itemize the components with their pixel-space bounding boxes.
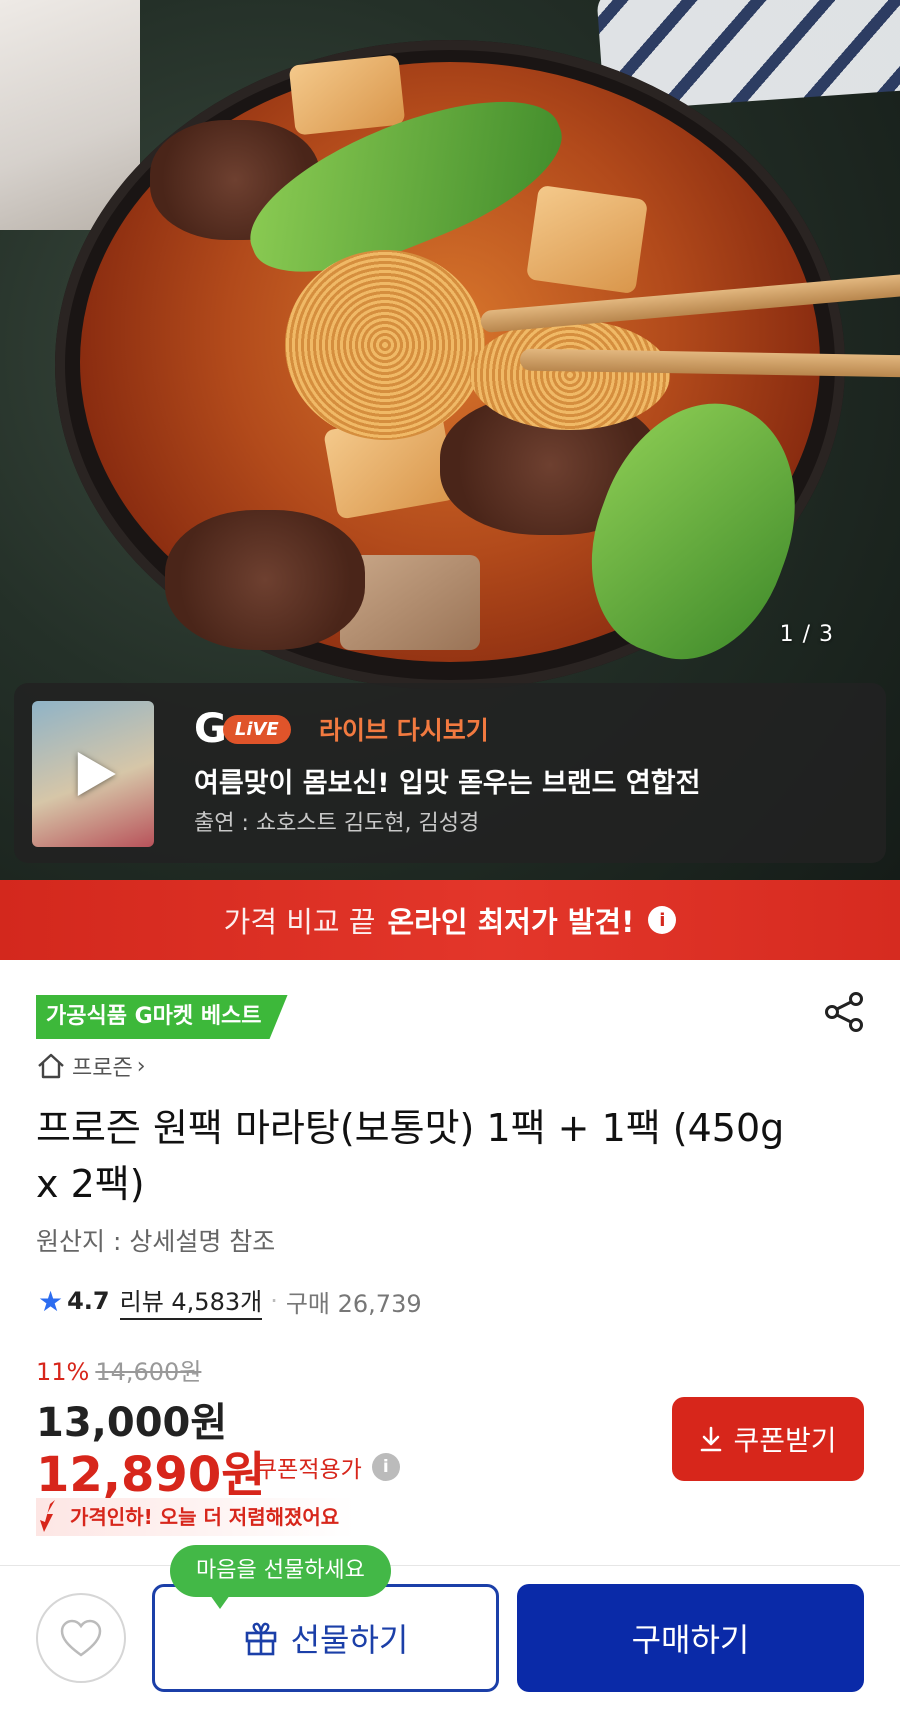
- breadcrumb[interactable]: 프로즌 ›: [36, 1050, 146, 1082]
- price-drop-note: 가격인하! 오늘 더 저렴해졌어요: [36, 1498, 356, 1536]
- purchase-count: 구매 26,739: [285, 1289, 422, 1318]
- download-icon: [701, 1426, 722, 1452]
- tofu-piece: [288, 54, 406, 136]
- rating-value: 4.7: [67, 1287, 110, 1315]
- info-icon[interactable]: i: [371, 1453, 400, 1481]
- g-live-logo: G LiVE: [194, 709, 291, 749]
- g-logo-letter: G: [194, 706, 227, 752]
- info-icon[interactable]: i: [648, 906, 677, 934]
- review-link[interactable]: 리뷰 4,583개: [119, 1282, 263, 1320]
- gift-button-label: 선물하기: [290, 1621, 409, 1659]
- heart-icon: [60, 1619, 102, 1657]
- noodle-bundle: [285, 250, 485, 440]
- original-price: 14,600원: [95, 1358, 202, 1386]
- product-origin: 원산지 : 상세설명 참조: [36, 1227, 276, 1256]
- beef-slice: [165, 510, 365, 650]
- image-counter: 1 / 3: [779, 622, 834, 647]
- coupon-button-label: 쿠폰받기: [733, 1424, 837, 1457]
- lowest-price-banner[interactable]: 가격 비교 끝 온라인 최저가 발견! i: [0, 880, 900, 960]
- separator-dot: ·: [270, 1287, 278, 1315]
- banner-bold-text: 온라인 최저가 발견!: [387, 905, 635, 939]
- price-drop-text: 가격인하! 오늘 더 저렴해졌어요: [70, 1505, 340, 1529]
- coupon-price: 12,890원: [36, 1447, 266, 1503]
- tofu-piece: [525, 184, 649, 295]
- noodle-bundle: [470, 320, 670, 430]
- best-badge[interactable]: 가공식품 G마켓 베스트: [36, 995, 288, 1039]
- live-title: 여름맞이 몸보신! 입맛 돋우는 브랜드 연합전: [194, 768, 701, 799]
- buy-button[interactable]: 구매하기: [517, 1584, 864, 1692]
- bottom-action-bar: 선물하기 구매하기: [0, 1565, 900, 1709]
- live-thumbnail[interactable]: [32, 701, 154, 847]
- breadcrumb-category[interactable]: 프로즌: [72, 1050, 133, 1082]
- live-cast: 출연 : 쇼호스트 김도현, 김성경: [194, 811, 480, 836]
- product-title: 프로즌 원팩 마라탕(보통맛) 1팩 + 1팩 (450g x 2팩): [36, 1106, 785, 1206]
- price-down-arrow-icon: [40, 1500, 55, 1532]
- coupon-note-label: 쿠폰적용가: [256, 1457, 362, 1483]
- home-icon[interactable]: [36, 1052, 66, 1080]
- buy-button-label: 구매하기: [631, 1621, 750, 1659]
- discount-row: 11% 14,600원: [36, 1352, 201, 1387]
- play-icon: [77, 752, 116, 796]
- share-icon[interactable]: [822, 990, 866, 1034]
- live-pill: LiVE: [222, 714, 291, 744]
- star-icon: ★: [38, 1284, 64, 1318]
- gift-tooltip: 마음을 선물하세요: [170, 1545, 391, 1609]
- rating-row: ★ 4.7 리뷰 4,583개 · 구매 26,739: [38, 1282, 422, 1320]
- banner-normal-text: 가격 비교 끝: [223, 905, 376, 939]
- gift-button[interactable]: 선물하기: [152, 1584, 499, 1692]
- live-replay-card[interactable]: G LiVE 라이브 다시보기 여름맞이 몸보신! 입맛 돋우는 브랜드 연합전…: [14, 683, 886, 863]
- wishlist-button[interactable]: [36, 1593, 126, 1683]
- chevron-right-icon: ›: [136, 1053, 146, 1079]
- coupon-note: 쿠폰적용가 i: [256, 1450, 400, 1484]
- live-replay-label: 라이브 다시보기: [319, 716, 489, 745]
- coupon-download-button[interactable]: 쿠폰받기: [672, 1397, 864, 1481]
- discount-percent: 11%: [36, 1358, 90, 1386]
- gift-icon: [245, 1622, 276, 1656]
